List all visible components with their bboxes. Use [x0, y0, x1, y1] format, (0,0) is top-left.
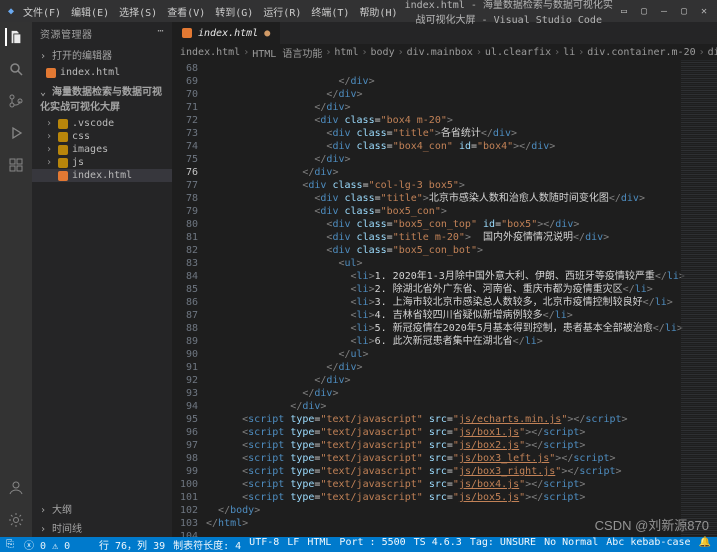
tree-item[interactable]: ›js	[32, 156, 172, 169]
breadcrumb-item[interactable]: HTML 语言功能	[252, 45, 322, 60]
panel-icon[interactable]: ▢	[635, 6, 653, 17]
tab-dirty-icon: ●	[264, 28, 270, 39]
menu-item[interactable]: 转到(G)	[210, 2, 258, 21]
status-problems[interactable]: ⓧ 0 ⚠ 0	[24, 537, 70, 552]
debug-icon[interactable]	[7, 124, 25, 142]
status-eol[interactable]: LF	[287, 537, 299, 552]
tab-indexhtml[interactable]: index.html ●	[172, 22, 281, 44]
explorer-title: 资源管理器	[40, 26, 93, 41]
breadcrumb-item[interactable]: div.row	[708, 47, 717, 58]
status-bar: ⎘ ⓧ 0 ⚠ 0 行 76，列 39 制表符长度: 4 UTF-8 LF HT…	[0, 537, 717, 552]
close-icon[interactable]: ✕	[695, 6, 713, 17]
html-file-icon	[182, 28, 192, 38]
gear-icon[interactable]	[7, 511, 25, 529]
maximize-icon[interactable]: ▢	[675, 6, 693, 17]
status-ts[interactable]: TS 4.6.3	[414, 537, 462, 552]
explorer-icon[interactable]	[5, 28, 23, 46]
status-vim[interactable]: No Normal	[544, 537, 598, 552]
sidebar-explorer: 资源管理器 ⋯ › 打开的编辑器 index.html ⌄ 海量数据检索与数据可视…	[32, 22, 172, 537]
source-control-icon[interactable]	[7, 92, 25, 110]
status-bell-icon[interactable]: 🔔	[699, 537, 711, 552]
extensions-icon[interactable]	[7, 156, 25, 174]
status-remote-icon[interactable]: ⎘	[6, 539, 14, 550]
vscode-icon: ◆	[4, 6, 18, 17]
breadcrumb-item[interactable]: ul.clearfix	[485, 47, 551, 58]
breadcrumb-item[interactable]: body	[371, 47, 395, 58]
breadcrumb[interactable]: index.html›HTML 语言功能›html›body›div.mainb…	[172, 44, 717, 60]
tree-item[interactable]: index.html	[32, 169, 172, 182]
menu-item[interactable]: 运行(R)	[258, 2, 306, 21]
status-ln[interactable]: 行 76，列 39	[99, 537, 165, 552]
menubar: 文件(F)编辑(E)选择(S)查看(V)转到(G)运行(R)终端(T)帮助(H)	[18, 2, 403, 21]
breadcrumb-item[interactable]: div.mainbox	[407, 47, 473, 58]
open-editors-header[interactable]: › 打开的编辑器	[32, 45, 172, 64]
code-editor[interactable]: 6869707172737475767778798081828384858687…	[172, 60, 717, 537]
status-tag[interactable]: Tag: UNSURE	[470, 537, 536, 552]
menu-item[interactable]: 编辑(E)	[66, 2, 114, 21]
account-icon[interactable]	[7, 479, 25, 497]
activity-bar	[0, 22, 32, 537]
line-gutter: 6869707172737475767778798081828384858687…	[172, 60, 206, 537]
breadcrumb-item[interactable]: div.container.m-20	[587, 47, 695, 58]
tree-item[interactable]: ›images	[32, 143, 172, 156]
file-tree: ›.vscode›css›images›jsindex.html	[32, 115, 172, 184]
minimize-icon[interactable]: —	[655, 6, 673, 17]
layout-icon[interactable]: ▭	[615, 6, 633, 17]
tree-item[interactable]: ›.vscode	[32, 117, 172, 130]
timeline-section[interactable]: › 时间线	[32, 518, 172, 537]
editor-area: index.html ● index.html›HTML 语言功能›html›b…	[172, 22, 717, 537]
menu-item[interactable]: 文件(F)	[18, 2, 66, 21]
minimap[interactable]	[681, 60, 717, 537]
status-encoding[interactable]: UTF-8	[249, 537, 279, 552]
status-port[interactable]: Port : 5500	[339, 537, 405, 552]
menu-item[interactable]: 选择(S)	[114, 2, 162, 21]
status-kebab[interactable]: Abc kebab-case	[606, 537, 690, 552]
tab-label: index.html	[198, 28, 258, 39]
outline-section[interactable]: › 大纲	[32, 499, 172, 518]
breadcrumb-item[interactable]: index.html	[180, 47, 240, 58]
breadcrumb-item[interactable]: html	[334, 47, 358, 58]
window-title: index.html - 海量数据检索与数据可视化实战可视化大屏 - Visua…	[403, 0, 616, 26]
more-icon[interactable]: ⋯	[157, 26, 164, 41]
open-editor-item[interactable]: index.html	[32, 66, 172, 79]
search-icon[interactable]	[7, 60, 25, 78]
status-tab[interactable]: 制表符长度: 4	[173, 537, 241, 552]
titlebar: ◆ 文件(F)编辑(E)选择(S)查看(V)转到(G)运行(R)终端(T)帮助(…	[0, 0, 717, 22]
menu-item[interactable]: 终端(T)	[306, 2, 354, 21]
folder-root[interactable]: ⌄ 海量数据检索与数据可视化实战可视化大屏	[32, 81, 172, 115]
code-lines[interactable]: </div> </div> </div> <div class="box4 m-…	[206, 60, 717, 537]
status-lang[interactable]: HTML	[307, 537, 331, 552]
menu-item[interactable]: 帮助(H)	[354, 2, 402, 21]
tree-item[interactable]: ›css	[32, 130, 172, 143]
breadcrumb-item[interactable]: li	[563, 47, 575, 58]
menu-item[interactable]: 查看(V)	[162, 2, 210, 21]
